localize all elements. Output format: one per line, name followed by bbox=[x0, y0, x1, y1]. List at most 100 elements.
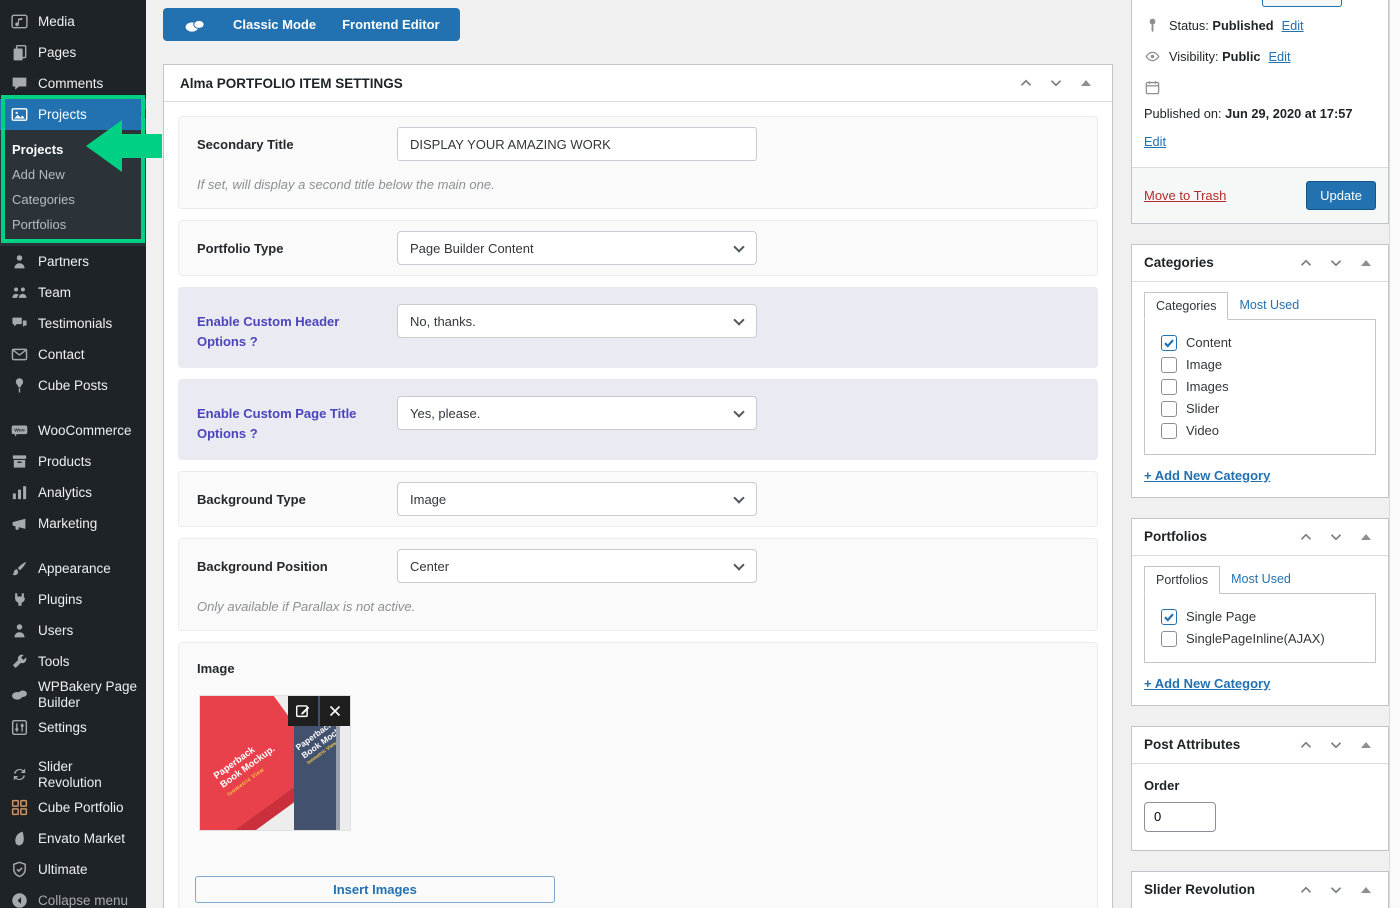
tab-most-used[interactable]: Most Used bbox=[1220, 566, 1302, 593]
sidebar-item-media[interactable]: Media bbox=[0, 6, 146, 37]
sidebar-item-testimonials[interactable]: Testimonials bbox=[0, 308, 146, 339]
toggle-panel-icon[interactable] bbox=[1356, 527, 1376, 547]
move-down-icon[interactable] bbox=[1046, 73, 1066, 93]
checkbox[interactable] bbox=[1161, 379, 1177, 395]
tab-categories[interactable]: Categories bbox=[1144, 292, 1228, 320]
visibility-label: Visibility: bbox=[1169, 49, 1219, 64]
sidebar-item-analytics[interactable]: Analytics bbox=[0, 477, 146, 508]
sidebar-item-partners[interactable]: Partners bbox=[0, 246, 146, 277]
submenu-item-portfolios[interactable]: Portfolios bbox=[0, 212, 146, 237]
move-up-icon[interactable] bbox=[1296, 880, 1316, 900]
partners-icon bbox=[10, 252, 29, 271]
frontend-editor-button[interactable]: Frontend Editor bbox=[342, 17, 440, 32]
sidebar-item-label: Partners bbox=[38, 254, 89, 270]
sidebar-item-woocommerce[interactable]: WooWooCommerce bbox=[0, 415, 146, 446]
sidebar-item-settings[interactable]: Settings bbox=[0, 712, 146, 743]
field-label: Enable Custom Header Options ? bbox=[195, 304, 397, 351]
sidebar-item-contact[interactable]: Contact bbox=[0, 339, 146, 370]
background-type-select[interactable]: Image bbox=[397, 482, 757, 516]
sidebar-item-collapse-menu[interactable]: Collapse menu bbox=[0, 885, 146, 908]
sidebar-item-ultimate[interactable]: Ultimate bbox=[0, 854, 146, 885]
sidebar-item-team[interactable]: Team bbox=[0, 277, 146, 308]
sidebar-item-products[interactable]: Products bbox=[0, 446, 146, 477]
sidebar-item-label: WooCommerce bbox=[38, 423, 132, 439]
visibility-row: Visibility: Public Edit bbox=[1132, 41, 1388, 72]
term-row-singlepageinline-ajax: SinglePageInline(AJAX) bbox=[1153, 628, 1367, 650]
order-input[interactable] bbox=[1144, 802, 1216, 832]
background-position-select[interactable]: Center bbox=[397, 549, 757, 583]
checkbox[interactable] bbox=[1161, 609, 1177, 625]
sidebar-item-label: Analytics bbox=[38, 485, 92, 501]
remove-image-button[interactable] bbox=[320, 696, 350, 726]
checkbox[interactable] bbox=[1161, 357, 1177, 373]
tab-most-used[interactable]: Most Used bbox=[1228, 292, 1310, 319]
sidebar-item-label: Pages bbox=[38, 45, 76, 61]
checkbox[interactable] bbox=[1161, 631, 1177, 647]
right-sidebar: Status: Published Edit Visibility: Publi… bbox=[1131, 0, 1389, 908]
move-up-icon[interactable] bbox=[1296, 735, 1316, 755]
move-down-icon[interactable] bbox=[1326, 880, 1346, 900]
add-new-category-link[interactable]: + Add New Category bbox=[1144, 468, 1270, 483]
insert-images-button[interactable]: Insert Images bbox=[195, 876, 555, 903]
field-row-image: ImagePaperback Book Mockup.Isometric Vie… bbox=[178, 642, 1098, 908]
media-icon bbox=[10, 12, 29, 31]
term-label: Single Page bbox=[1186, 609, 1256, 624]
submenu-item-projects[interactable]: Projects bbox=[0, 137, 146, 162]
preview-changes-button-partial[interactable] bbox=[1262, 0, 1342, 7]
checkbox[interactable] bbox=[1161, 423, 1177, 439]
move-up-icon[interactable] bbox=[1016, 73, 1036, 93]
chevron-down-icon bbox=[733, 406, 744, 417]
toggle-panel-icon[interactable] bbox=[1356, 880, 1376, 900]
sidebar-item-cube-portfolio[interactable]: Cube Portfolio bbox=[0, 792, 146, 823]
term-label: Content bbox=[1186, 335, 1232, 350]
checkbox[interactable] bbox=[1161, 335, 1177, 351]
toggle-panel-icon[interactable] bbox=[1076, 73, 1096, 93]
sidebar-item-users[interactable]: Users bbox=[0, 615, 146, 646]
update-button[interactable]: Update bbox=[1306, 181, 1376, 210]
edit-image-button[interactable] bbox=[288, 696, 318, 726]
sidebar-item-label: Projects bbox=[38, 107, 87, 123]
chevron-down-icon bbox=[733, 314, 744, 325]
move-to-trash-link[interactable]: Move to Trash bbox=[1144, 188, 1226, 203]
edit-status-link[interactable]: Edit bbox=[1282, 16, 1304, 35]
move-down-icon[interactable] bbox=[1326, 253, 1346, 273]
checkbox[interactable] bbox=[1161, 401, 1177, 417]
page-scrollbar[interactable] bbox=[1389, 0, 1400, 908]
edit-visibility-link[interactable]: Edit bbox=[1269, 47, 1291, 66]
status-value: Published bbox=[1212, 18, 1273, 33]
move-down-icon[interactable] bbox=[1326, 735, 1346, 755]
move-up-icon[interactable] bbox=[1296, 253, 1316, 273]
ultimate-icon bbox=[10, 860, 29, 879]
toggle-panel-icon[interactable] bbox=[1356, 735, 1376, 755]
portfolios-header: Portfolios bbox=[1132, 519, 1388, 556]
sidebar-item-plugins[interactable]: Plugins bbox=[0, 584, 146, 615]
eye-icon bbox=[1144, 48, 1161, 65]
portfolio-type-select[interactable]: Page Builder Content bbox=[397, 231, 757, 265]
sidebar-item-slider-revolution[interactable]: Slider Revolution bbox=[0, 757, 146, 792]
sidebar-item-appearance[interactable]: Appearance bbox=[0, 553, 146, 584]
secondary-title-input[interactable] bbox=[397, 127, 757, 161]
sidebar-item-cube-posts[interactable]: Cube Posts bbox=[0, 370, 146, 401]
tools-icon bbox=[10, 652, 29, 671]
sidebar-item-marketing[interactable]: Marketing bbox=[0, 508, 146, 539]
sidebar-item-envato-market[interactable]: Envato Market bbox=[0, 823, 146, 854]
sidebar-item-label: Collapse menu bbox=[38, 893, 128, 908]
sidebar-item-wpbakery-page-builder[interactable]: WPBakery Page Builder bbox=[0, 677, 146, 712]
toggle-panel-icon[interactable] bbox=[1356, 253, 1376, 273]
add-new-category-link[interactable]: + Add New Category bbox=[1144, 676, 1270, 691]
sidebar-item-tools[interactable]: Tools bbox=[0, 646, 146, 677]
submenu-item-categories[interactable]: Categories bbox=[0, 187, 146, 212]
sidebar-item-comments[interactable]: Comments bbox=[0, 68, 146, 99]
move-down-icon[interactable] bbox=[1326, 527, 1346, 547]
enable-custom-page-title-options-select[interactable]: Yes, please. bbox=[397, 396, 757, 430]
move-up-icon[interactable] bbox=[1296, 527, 1316, 547]
submenu-item-add-new[interactable]: Add New bbox=[0, 162, 146, 187]
edit-published-link[interactable]: Edit bbox=[1144, 132, 1166, 151]
tab-portfolios[interactable]: Portfolios bbox=[1144, 566, 1220, 594]
sidebar-item-projects[interactable]: Projects bbox=[0, 99, 146, 130]
enable-custom-header-options-select[interactable]: No, thanks. bbox=[397, 304, 757, 338]
classic-mode-button[interactable]: Classic Mode bbox=[233, 17, 316, 32]
sidebar-item-pages[interactable]: Pages bbox=[0, 37, 146, 68]
publish-box: Status: Published Edit Visibility: Publi… bbox=[1131, 0, 1389, 224]
visibility-value: Public bbox=[1222, 49, 1260, 64]
